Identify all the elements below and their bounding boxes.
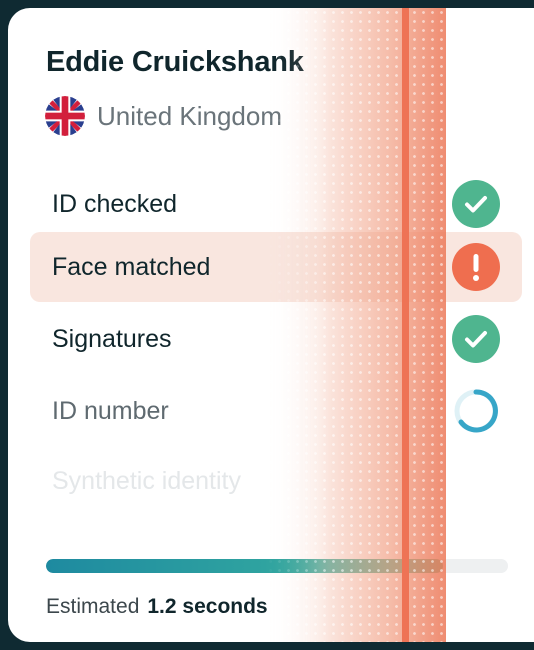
- check-label: ID checked: [52, 189, 178, 218]
- check-label: Signatures: [52, 324, 172, 353]
- check-circle-icon: [452, 180, 500, 228]
- progress-bar: [46, 559, 508, 573]
- check-row-signatures: Signatures: [30, 304, 522, 374]
- estimate-value: 1.2 seconds: [147, 595, 268, 618]
- exclamation-circle-icon: [452, 243, 500, 291]
- check-circle-icon: [452, 315, 500, 363]
- check-label: ID number: [52, 396, 169, 425]
- check-row-id-number: ID number: [30, 376, 522, 446]
- estimate-text: Estimated 1.2 seconds: [46, 595, 268, 619]
- check-row-synthetic-identity: Synthetic identity: [30, 446, 522, 516]
- check-row-id-checked: ID checked: [30, 169, 522, 239]
- estimate-label: Estimated: [46, 595, 140, 618]
- spinner-icon: [452, 387, 500, 435]
- progress-fill: [46, 559, 444, 573]
- verification-card: Eddie Cruickshank United Kingdom ID chec…: [8, 8, 534, 642]
- check-label: Face matched: [52, 252, 211, 281]
- country-row: United Kingdom: [45, 96, 282, 136]
- person-name: Eddie Cruickshank: [46, 46, 304, 78]
- country-label: United Kingdom: [97, 100, 282, 131]
- check-row-face-matched: Face matched: [30, 232, 522, 302]
- uk-flag-icon: [45, 96, 85, 136]
- check-label: Synthetic identity: [52, 466, 241, 495]
